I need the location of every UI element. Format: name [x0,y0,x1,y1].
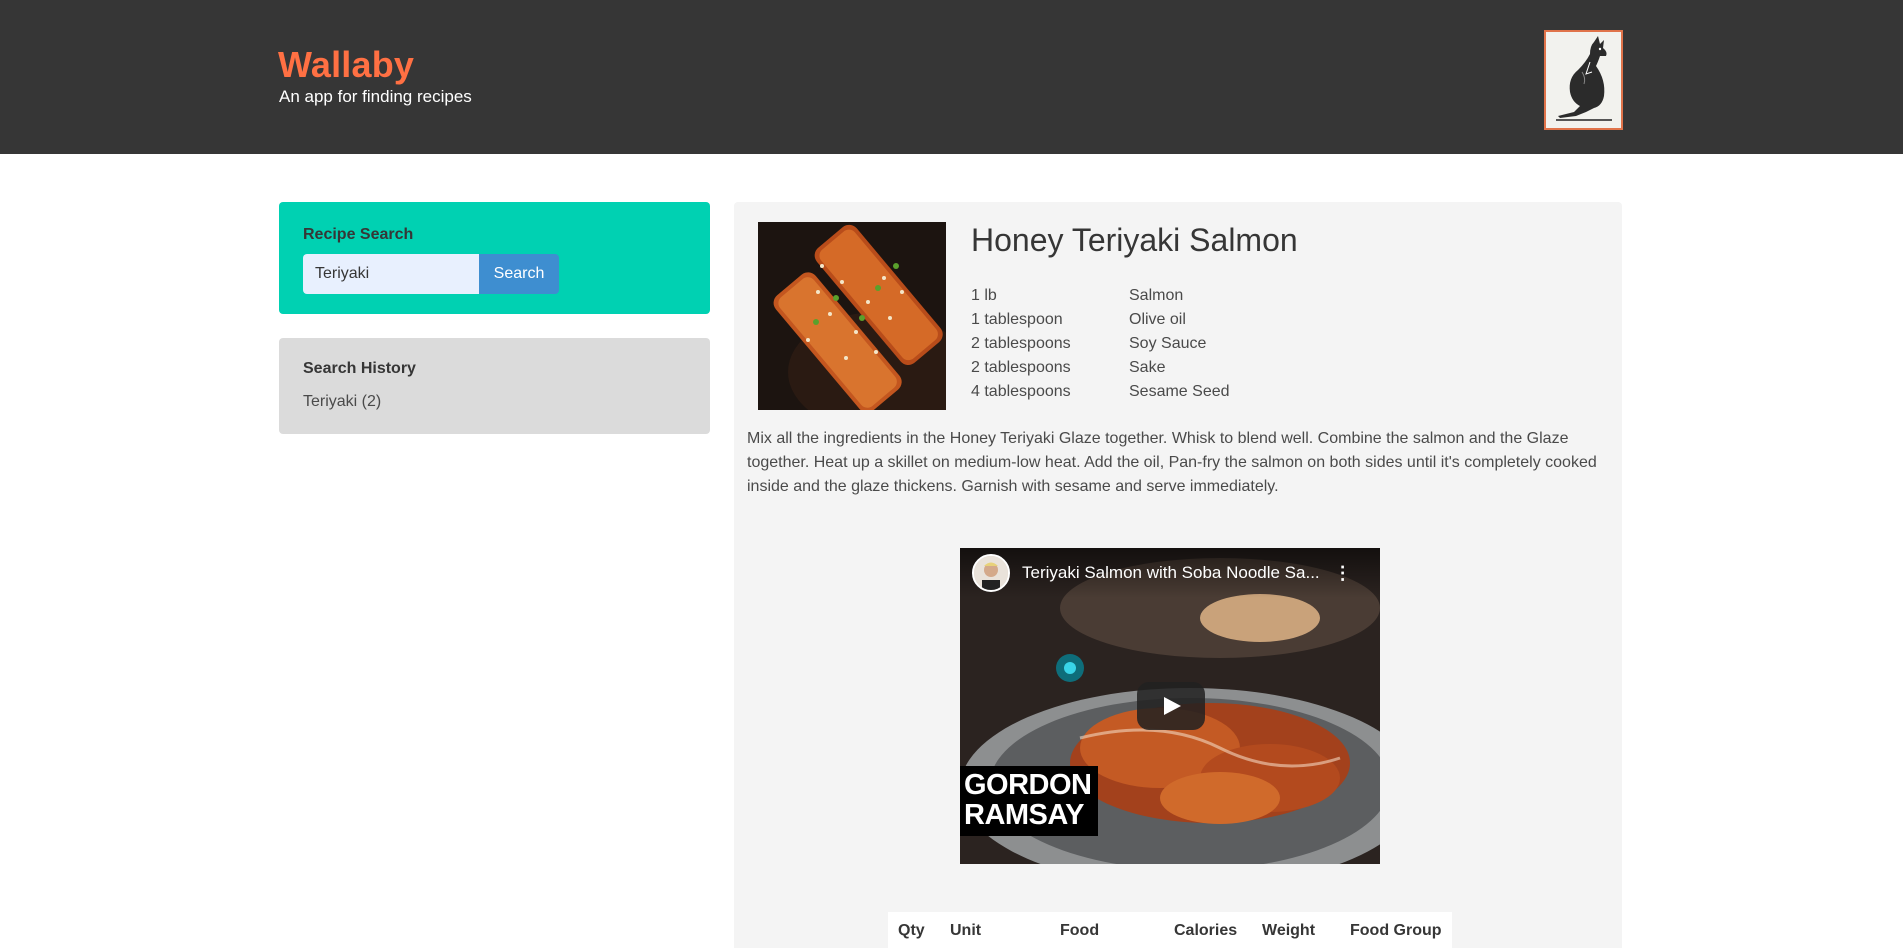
ingredient-qty: 2 tablespoons [971,335,1071,352]
ingredient-row: 1 lb Salmon [971,284,1230,308]
search-history-title: Search History [303,360,416,377]
recipe-card: Honey Teriyaki Salmon 1 lb Salmon 1 tabl… [734,202,1622,948]
recipe-search-panel: Recipe Search Search [279,202,710,314]
recipe-photo [758,222,946,410]
ingredient-list: 1 lb Salmon 1 tablespoon Olive oil 2 tab… [971,284,1230,404]
kangaroo-logo-icon [1544,30,1623,130]
ingredient-name: Sake [1129,359,1166,376]
ingredient-qty: 1 lb [971,287,997,304]
history-item[interactable]: Teriyaki (2) [303,393,381,411]
nutrition-header-row: Qty Unit Food Calories Weight Food Group [888,912,1452,948]
column-header: Calories [1174,922,1238,939]
video-title-bar: Teriyaki Salmon with Soba Noodle Sa... ⋮ [960,548,1380,598]
search-button[interactable]: Search [479,254,559,294]
ingredient-row: 2 tablespoons Sake [971,356,1230,380]
recipe-instructions: Mix all the ingredients in the Honey Ter… [747,430,1597,495]
column-header: Unit [950,922,982,939]
overlay-line-1: GORDON [964,769,1092,801]
column-header: Weight [1262,922,1316,939]
ingredient-row: 4 tablespoons Sesame Seed [971,380,1230,404]
ingredient-qty: 2 tablespoons [971,359,1071,376]
app-title: Wallaby [278,44,415,85]
ingredient-name: Olive oil [1129,311,1186,328]
column-header: Qty [898,922,925,939]
app-subtitle: An app for finding recipes [279,87,472,106]
channel-avatar[interactable] [972,554,1010,592]
search-history-panel: Search History Teriyaki (2) [279,338,710,434]
ingredient-qty: 1 tablespoon [971,311,1063,328]
video-overlay-text: GORDON RAMSAY [960,766,1098,836]
ingredient-row: 1 tablespoon Olive oil [971,308,1230,332]
recipe-search-title: Recipe Search [303,226,414,243]
overlay-line-2: RAMSAY [964,799,1085,831]
app-page: Wallaby An app for finding recipes Recip… [0,0,1903,948]
recipe-title: Honey Teriyaki Salmon [971,222,1298,258]
video-player[interactable]: Teriyaki Salmon with Soba Noodle Sa... ⋮… [960,548,1380,864]
ingredient-name: Soy Sauce [1129,335,1207,352]
nutrition-table: Qty Unit Food Calories Weight Food Group [888,912,1452,948]
search-input[interactable] [303,254,479,294]
column-header: Food Group [1350,922,1442,939]
ingredient-name: Salmon [1129,287,1184,304]
ingredient-qty: 4 tablespoons [971,383,1071,400]
more-options-icon[interactable]: ⋮ [1334,563,1352,584]
video-title[interactable]: Teriyaki Salmon with Soba Noodle Sa... [1022,563,1320,583]
ingredient-name: Sesame Seed [1129,383,1230,400]
ingredient-row: 2 tablespoons Soy Sauce [971,332,1230,356]
column-header: Food [1060,922,1100,939]
play-icon[interactable] [1137,682,1205,730]
app-header: Wallaby An app for finding recipes [0,0,1903,154]
